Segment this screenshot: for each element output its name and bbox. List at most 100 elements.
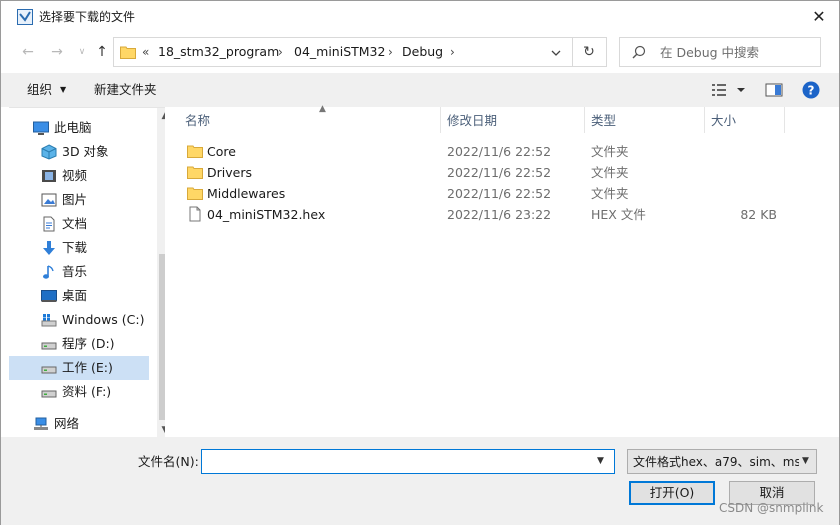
music-icon bbox=[43, 265, 54, 279]
column-header-name[interactable]: ▲ 名称 bbox=[179, 104, 441, 133]
back-button[interactable]: ← bbox=[19, 42, 37, 62]
sidebar-item-music[interactable]: 音乐 bbox=[9, 260, 149, 284]
address-bar[interactable]: « 18_stm32_program › 04_miniSTM32 › Debu… bbox=[113, 37, 607, 67]
folder-icon bbox=[187, 166, 203, 179]
folder-icon bbox=[187, 187, 203, 200]
picture-icon bbox=[41, 193, 57, 207]
column-header-modified[interactable]: 修改日期 bbox=[441, 107, 585, 133]
sidebar-item-3d-objects[interactable]: 3D 对象 bbox=[9, 140, 149, 164]
network-icon bbox=[34, 417, 48, 430]
download-icon bbox=[43, 241, 55, 255]
file-modified: 2022/11/6 22:52 bbox=[447, 186, 552, 201]
view-options-icon[interactable] bbox=[711, 82, 745, 98]
file-type: HEX 文件 bbox=[591, 207, 646, 222]
forward-button[interactable]: → bbox=[48, 42, 66, 62]
svg-text:?: ? bbox=[808, 84, 815, 98]
recent-locations-button[interactable]: ∨ bbox=[73, 42, 91, 62]
column-header-label: 大小 bbox=[711, 113, 737, 128]
sidebar-item-drive-e[interactable]: 工作 (E:) bbox=[9, 356, 149, 380]
file-modified: 2022/11/6 22:52 bbox=[447, 144, 552, 159]
file-row[interactable]: 04_miniSTM32.hex 2022/11/6 23:22 HEX 文件 … bbox=[183, 204, 783, 225]
refresh-icon[interactable]: ↻ bbox=[580, 43, 598, 61]
file-type: 文件夹 bbox=[591, 165, 629, 180]
sidebar-item-label: 工作 (E:) bbox=[62, 360, 113, 375]
column-header-label: 名称 bbox=[185, 113, 211, 128]
column-header-size[interactable]: 大小 bbox=[705, 107, 785, 133]
file-name: Core bbox=[207, 144, 236, 159]
drive-icon bbox=[41, 390, 57, 398]
file-type-filter[interactable]: 文件格式hex、a79、sim、msp ▼ bbox=[627, 449, 817, 474]
sidebar-item-label: 视频 bbox=[62, 168, 88, 183]
search-icon bbox=[632, 45, 646, 59]
sidebar-item-label: 音乐 bbox=[62, 264, 88, 279]
close-icon[interactable]: ✕ bbox=[809, 7, 829, 27]
command-toolbar: 组织 ▼ 新建文件夹 ? bbox=[1, 73, 839, 107]
sidebar-item-label: 文档 bbox=[62, 216, 88, 231]
file-name: 04_miniSTM32.hex bbox=[207, 207, 326, 222]
search-box[interactable]: 在 Debug 中搜索 bbox=[619, 37, 821, 67]
file-modified: 2022/11/6 23:22 bbox=[447, 207, 552, 222]
sidebar-item-this-pc[interactable]: 此电脑 bbox=[9, 116, 149, 140]
new-folder-button[interactable]: 新建文件夹 bbox=[94, 82, 157, 98]
file-type: 文件夹 bbox=[591, 186, 629, 201]
organize-menu[interactable]: 组织 ▼ bbox=[27, 82, 66, 98]
breadcrumb-separator[interactable]: › bbox=[278, 44, 283, 60]
filename-label: 文件名(N): bbox=[138, 454, 199, 469]
file-row[interactable]: Middlewares 2022/11/6 22:52 文件夹 bbox=[183, 183, 783, 204]
sidebar-item-desktop[interactable]: 桌面 bbox=[9, 284, 149, 308]
chevron-down-icon[interactable] bbox=[548, 45, 564, 61]
video-icon bbox=[42, 170, 56, 182]
address-overflow[interactable]: « bbox=[142, 44, 149, 60]
preview-pane-icon[interactable] bbox=[765, 82, 783, 98]
address-divider bbox=[572, 38, 573, 66]
window-title: 选择要下载的文件 bbox=[39, 10, 136, 24]
sidebar-item-documents[interactable]: 文档 bbox=[9, 212, 149, 236]
sidebar-item-downloads[interactable]: 下载 bbox=[9, 236, 149, 260]
drive-icon bbox=[41, 342, 57, 350]
breadcrumb-item[interactable]: Debug bbox=[402, 44, 443, 60]
computer-icon bbox=[33, 121, 49, 135]
file-type-filter-label: 文件格式hex、a79、sim、msp bbox=[633, 455, 799, 469]
breadcrumb-item[interactable]: 18_stm32_program bbox=[158, 44, 279, 60]
breadcrumb-separator[interactable]: › bbox=[450, 44, 455, 60]
chevron-down-icon[interactable]: ▼ bbox=[802, 456, 809, 466]
column-header-type[interactable]: 类型 bbox=[585, 107, 705, 133]
sidebar-item-label: 程序 (D:) bbox=[62, 336, 115, 351]
dialog-footer: 文件名(N): ▼ 文件格式hex、a79、sim、msp ▼ 打开(O) 取消 bbox=[1, 437, 839, 525]
file-row[interactable]: Core 2022/11/6 22:52 文件夹 bbox=[183, 141, 783, 162]
search-placeholder: 在 Debug 中搜索 bbox=[660, 45, 760, 60]
3d-objects-icon bbox=[41, 144, 57, 160]
sidebar-item-label: 资料 (F:) bbox=[62, 384, 112, 399]
document-icon bbox=[43, 216, 55, 232]
sidebar-item-drive-d[interactable]: 程序 (D:) bbox=[9, 332, 149, 356]
organize-label: 组织 bbox=[27, 82, 53, 97]
sidebar-item-label: 网络 bbox=[54, 416, 80, 431]
download-dialog-icon bbox=[17, 9, 33, 25]
open-button[interactable]: 打开(O) bbox=[629, 481, 715, 505]
up-folder-button[interactable]: ↑ bbox=[93, 42, 111, 62]
file-icon bbox=[189, 206, 201, 222]
file-row[interactable]: Drivers 2022/11/6 22:52 文件夹 bbox=[183, 162, 783, 183]
chevron-down-icon[interactable]: ▼ bbox=[597, 456, 604, 466]
sidebar-item-pictures[interactable]: 图片 bbox=[9, 188, 149, 212]
sort-ascending-icon: ▲ bbox=[319, 104, 326, 114]
desktop-icon bbox=[41, 290, 57, 302]
filename-input[interactable] bbox=[201, 449, 615, 474]
sidebar-item-label: 图片 bbox=[62, 192, 88, 207]
file-list: ▲ 名称 修改日期 类型 大小 Core 2022/11/6 22:52 文件夹… bbox=[165, 104, 839, 437]
help-icon[interactable]: ? bbox=[802, 81, 820, 99]
caret-down-icon: ▼ bbox=[60, 85, 67, 94]
watermark: CSDN @snmplink bbox=[719, 501, 824, 515]
sidebar-item-network[interactable]: 网络 bbox=[9, 412, 149, 436]
sidebar-item-label: 此电脑 bbox=[54, 120, 92, 135]
column-header-label: 类型 bbox=[591, 113, 617, 128]
navigation-pane: 此电脑 3D 对象 视频 图片 文档 下载 音乐 桌面 Windows (C:)… bbox=[9, 107, 173, 438]
breadcrumb-item[interactable]: 04_miniSTM32 bbox=[294, 44, 385, 60]
sidebar-item-drive-f[interactable]: 资料 (F:) bbox=[9, 380, 149, 404]
sidebar-item-drive-c[interactable]: Windows (C:) bbox=[9, 308, 149, 332]
folder-icon bbox=[187, 145, 203, 158]
file-dialog-window: 选择要下载的文件 ✕ ← → ∨ ↑ « 18_stm32_program › … bbox=[0, 0, 840, 525]
breadcrumb-separator[interactable]: › bbox=[388, 44, 393, 60]
sidebar-item-videos[interactable]: 视频 bbox=[9, 164, 149, 188]
sidebar-item-label: Windows (C:) bbox=[62, 312, 145, 327]
